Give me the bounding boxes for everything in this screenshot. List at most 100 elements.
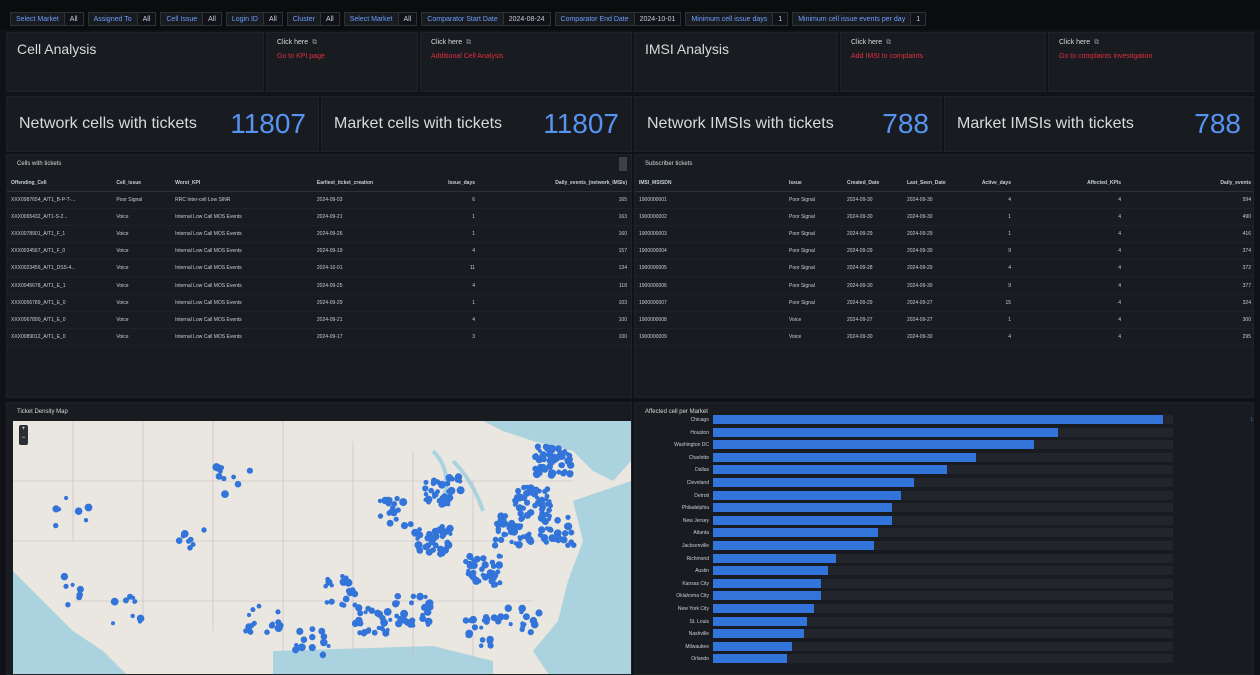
ticket-point[interactable] (357, 610, 364, 617)
ticket-point[interactable] (137, 619, 142, 624)
ticket-point[interactable] (424, 608, 432, 616)
ticket-point[interactable] (472, 576, 481, 585)
ticket-point[interactable] (325, 578, 333, 586)
ticket-point[interactable] (512, 502, 518, 507)
ticket-point[interactable] (536, 498, 541, 503)
bar[interactable] (713, 591, 821, 601)
ticket-point[interactable] (439, 533, 446, 540)
ticket-point[interactable] (131, 595, 136, 600)
variable-value-dropdown[interactable]: 1 (911, 12, 927, 26)
column-header[interactable]: IMSI_MSISDN (635, 175, 785, 192)
ticket-point[interactable] (529, 616, 538, 625)
ticket-point[interactable] (431, 477, 437, 484)
variable-value-dropdown[interactable]: All (263, 12, 283, 26)
ticket-point[interactable] (512, 523, 520, 530)
ticket-point[interactable] (416, 592, 424, 601)
ticket-point[interactable] (379, 615, 386, 622)
table-row[interactable]: XXX0034567_A/T1_F_0 Voice Internal Low Cal… (7, 242, 631, 261)
ticket-point[interactable] (376, 625, 381, 631)
ticket-point[interactable] (309, 626, 316, 632)
ticket-point[interactable] (326, 644, 331, 648)
ticket-point[interactable] (388, 617, 393, 622)
ticket-point[interactable] (466, 631, 473, 639)
complaints-investigation-link[interactable]: Go to complaints investigation (1059, 53, 1243, 60)
ticket-point[interactable] (180, 533, 186, 539)
ticket-point[interactable] (479, 625, 484, 630)
ticket-point[interactable] (394, 613, 400, 619)
ticket-point[interactable] (435, 489, 440, 494)
add-imsi-link[interactable]: Add IMSI to complaints (851, 53, 1035, 60)
ticket-point[interactable] (365, 627, 372, 634)
table-row[interactable]: 1900000002 Poor Signal 2024-09-30 2024-09-3… (635, 208, 1253, 226)
ticket-point[interactable] (188, 536, 194, 543)
ticket-point[interactable] (399, 498, 408, 507)
ticket-point[interactable] (535, 609, 543, 617)
ticket-point[interactable] (84, 503, 93, 512)
table-row[interactable]: XXX0078901_A/T1_F_1 Voice Internal Low Cal… (7, 225, 631, 244)
zoom-control[interactable]: + − (19, 425, 28, 445)
variable-9[interactable]: Minimum cell issue events per day 1 (792, 12, 927, 26)
ticket-point[interactable] (292, 646, 300, 654)
bar[interactable] (713, 629, 805, 639)
column-header[interactable]: Last_Seen_Date (903, 175, 963, 192)
ticket-point[interactable] (409, 600, 414, 606)
table-row[interactable]: 1900000009 Voice 2024-09-30 2024-09-30 4 4 295 (635, 328, 1253, 347)
ticket-point[interactable] (426, 499, 431, 505)
bar[interactable] (713, 415, 1163, 424)
ticket-point[interactable] (70, 582, 75, 587)
ticket-point[interactable] (496, 553, 502, 559)
ticket-point[interactable] (491, 542, 499, 549)
bar[interactable] (713, 427, 1059, 437)
variable-1[interactable]: Assigned To All (87, 12, 157, 26)
table-row[interactable]: XXX0056789_A/T1_E_0 Voice Internal Low Cal… (7, 294, 631, 312)
kpi-link-panel[interactable]: Click here ⧉ Go to KPI page (266, 32, 418, 92)
column-header[interactable]: Created_Date (843, 175, 903, 192)
ticket-point[interactable] (502, 513, 509, 519)
ticket-point[interactable] (566, 461, 575, 469)
ticket-point[interactable] (518, 536, 523, 542)
ticket-point[interactable] (432, 494, 437, 499)
ticket-point[interactable] (407, 521, 414, 528)
bar[interactable] (713, 604, 815, 613)
ticket-point[interactable] (473, 555, 481, 563)
ticket-point[interactable] (465, 571, 472, 577)
ticket-point[interactable] (497, 580, 503, 586)
ticket-point[interactable] (485, 573, 491, 578)
ticket-point[interactable] (64, 495, 69, 501)
ticket-point[interactable] (495, 561, 504, 569)
zoom-in-button[interactable]: + (19, 425, 28, 434)
ticket-point[interactable] (339, 601, 345, 608)
ticket-point[interactable] (519, 515, 526, 521)
variable-value-dropdown[interactable]: All (398, 12, 418, 26)
ticket-point[interactable] (215, 473, 223, 480)
ticket-point[interactable] (368, 607, 375, 614)
bar[interactable] (713, 452, 977, 462)
ticket-point[interactable] (130, 613, 135, 619)
bar[interactable] (713, 490, 902, 500)
ticket-point[interactable] (540, 504, 547, 510)
ticket-point[interactable] (431, 527, 440, 536)
ticket-point[interactable] (63, 583, 69, 589)
ticket-point[interactable] (320, 651, 326, 656)
bar[interactable] (713, 541, 875, 550)
ticket-point[interactable] (294, 643, 299, 648)
ticket-point[interactable] (110, 597, 119, 606)
ticket-point[interactable] (76, 591, 83, 599)
table-row[interactable]: 1900000003 Poor Signal 2024-09-29 2024-09-2… (635, 225, 1253, 244)
ticket-point[interactable] (444, 497, 451, 505)
ticket-point[interactable] (506, 523, 514, 532)
table-row[interactable]: 1900000008 Voice 2024-09-27 2024-09-27 1 4 300 (635, 311, 1253, 330)
ticket-point[interactable] (308, 644, 316, 652)
ticket-point[interactable] (481, 617, 487, 623)
ticket-point[interactable] (480, 572, 486, 578)
bar[interactable] (713, 515, 892, 525)
table-row[interactable]: XXX0065432_A/T1-S-2... Voice Internal Low … (7, 208, 631, 226)
column-header[interactable]: Worst_KPI (171, 175, 313, 192)
ticket-point[interactable] (83, 518, 89, 523)
table-row[interactable]: XXX0987654_A/T1_B-P-T-... Poor Signal RRC … (7, 191, 631, 209)
ticket-point[interactable] (400, 522, 409, 530)
ticket-point[interactable] (231, 474, 237, 480)
ticket-point[interactable] (377, 513, 384, 519)
ticket-point[interactable] (478, 643, 484, 648)
ticket-point[interactable] (548, 527, 554, 533)
